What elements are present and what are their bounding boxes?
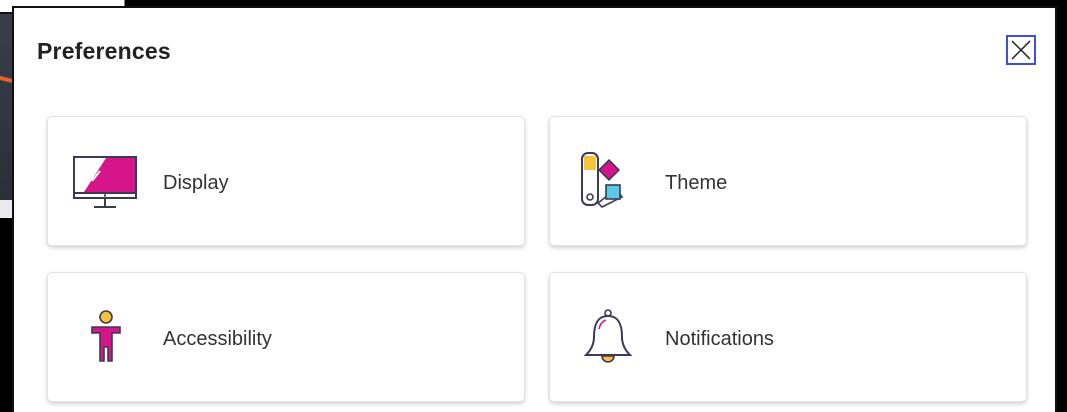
notifications-label: Notifications bbox=[665, 328, 774, 350]
display-label: Display bbox=[163, 172, 229, 194]
close-button[interactable] bbox=[1006, 35, 1036, 65]
close-icon bbox=[1011, 40, 1031, 60]
display-card[interactable]: Display bbox=[47, 116, 525, 246]
theme-label: Theme bbox=[665, 172, 728, 194]
accessibility-label: Accessibility bbox=[163, 328, 272, 350]
screenshot-stage: Preferences Display Theme Accessibility … bbox=[0, 0, 1067, 412]
theme-card[interactable]: Theme bbox=[549, 116, 1027, 246]
bell-icon bbox=[583, 309, 633, 363]
accessibility-card[interactable]: Accessibility bbox=[47, 272, 525, 402]
notifications-card[interactable]: Notifications bbox=[549, 272, 1027, 402]
dialog-title: Preferences bbox=[37, 38, 171, 64]
accessibility-person-icon bbox=[91, 310, 121, 362]
preferences-dialog: Preferences Display Theme Accessibility … bbox=[12, 6, 1057, 412]
color-palette-icon bbox=[581, 152, 624, 208]
monitor-icon bbox=[73, 156, 137, 208]
